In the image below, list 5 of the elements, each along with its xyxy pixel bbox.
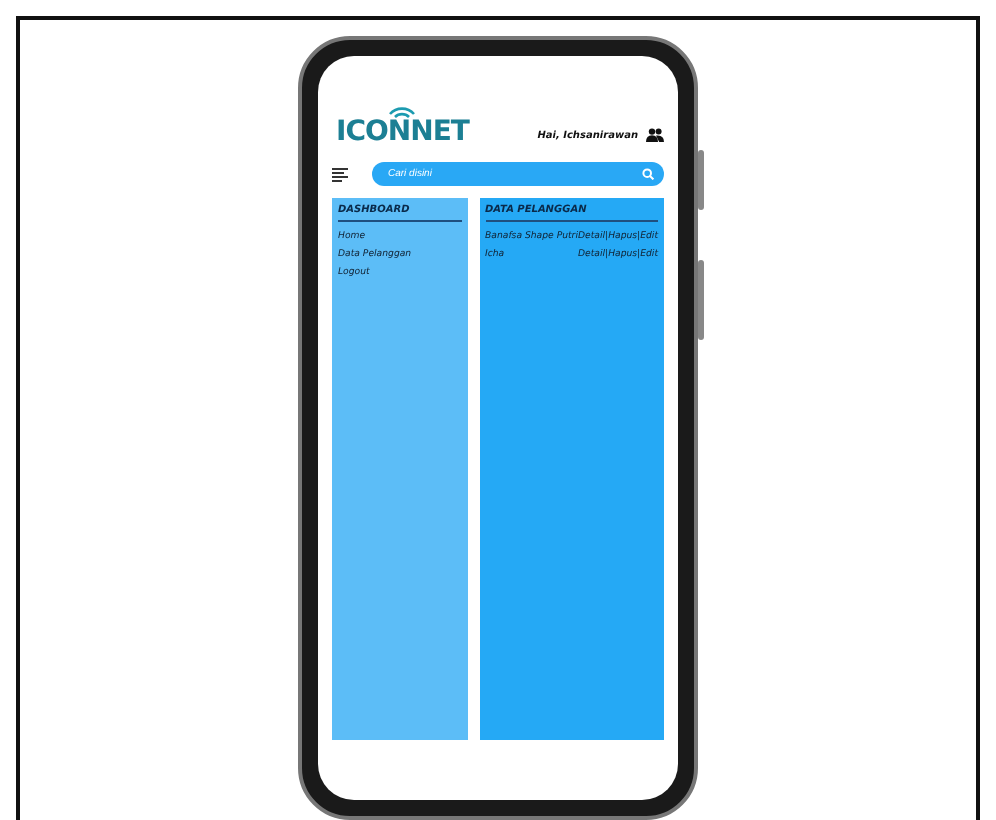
menu-icon[interactable]: [332, 167, 348, 181]
wifi-icon: [388, 104, 417, 118]
search-icon[interactable]: [642, 168, 654, 180]
logo-text: ICONNET: [336, 118, 469, 146]
users-icon: [646, 128, 664, 142]
